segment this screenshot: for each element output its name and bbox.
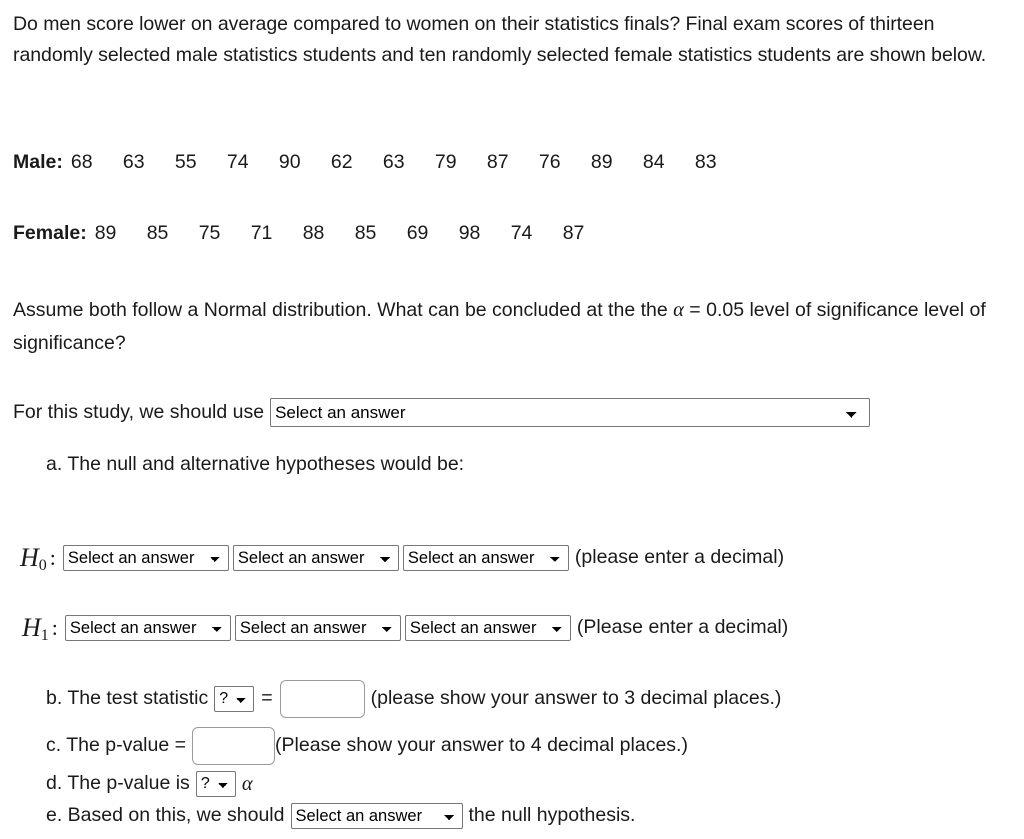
- female-value: 71: [250, 222, 273, 244]
- male-value: 63: [122, 151, 145, 173]
- part-b-test-statistic-row: b. The test statistic ? = (please show y…: [46, 680, 781, 718]
- part-a-label: a. The null and alternative hypotheses w…: [46, 453, 465, 475]
- study-method-row: For this study, we should use Select an …: [13, 398, 871, 427]
- male-value: 62: [330, 151, 353, 173]
- female-data-row: Female: 89 85 75 71 88 85 69 98 74 87: [13, 222, 585, 244]
- test-statistic-input[interactable]: [279, 680, 365, 718]
- alpha-symbol: α: [241, 772, 253, 795]
- male-value: 55: [174, 151, 197, 173]
- female-value: 89: [94, 222, 117, 244]
- male-value: 74: [226, 151, 249, 173]
- test-statistic-type-select[interactable]: ?: [214, 686, 255, 712]
- male-value: 89: [590, 151, 613, 173]
- h0-param-select[interactable]: Select an answer: [62, 545, 229, 571]
- part-d-comparison-row: d. The p-value is ? α: [46, 771, 253, 797]
- female-value: 69: [406, 222, 429, 244]
- male-value: 83: [694, 151, 717, 173]
- part-b-label: b. The test statistic: [46, 687, 209, 710]
- female-value: 85: [354, 222, 377, 244]
- male-value: 90: [278, 151, 301, 173]
- part-c-note: (Please show your answer to 4 decimal pl…: [275, 734, 688, 757]
- male-value: 76: [538, 151, 561, 173]
- male-values: 68 63 55 74 90 62 63 79 87 76 89 84 83: [71, 151, 717, 173]
- p-value-input[interactable]: [192, 727, 276, 765]
- male-data-row: Male: 68 63 55 74 90 62 63 79 87 76 89 84 83: [13, 151, 717, 173]
- h0-symbol: H0: [20, 543, 47, 574]
- assume-text-part1: Assume both follow a Normal distribution…: [13, 299, 674, 321]
- male-value: 63: [382, 151, 405, 173]
- female-value: 74: [510, 222, 533, 244]
- study-method-label: For this study, we should use: [13, 400, 265, 423]
- h1-symbol: H1: [22, 613, 49, 644]
- alternative-hypothesis-row: H1: Select an answer Select an answer Se…: [22, 613, 789, 644]
- part-c-pvalue-row: c. The p-value = (Please show your answe…: [46, 727, 688, 765]
- male-value: 79: [434, 151, 457, 173]
- part-c-label: c. The p-value =: [46, 734, 187, 757]
- h0-operator-select[interactable]: Select an answer: [232, 545, 399, 571]
- h0-note: (please enter a decimal): [574, 546, 785, 569]
- part-b-note: (please show your answer to 3 decimal pl…: [370, 687, 782, 710]
- p-value-comparison-select[interactable]: ?: [195, 771, 236, 797]
- h1-param-select[interactable]: Select an answer: [64, 615, 231, 641]
- female-values: 89 85 75 71 88 85 69 98 74 87: [95, 222, 585, 244]
- male-value: 87: [486, 151, 509, 173]
- h0-colon: :: [49, 545, 56, 570]
- female-label: Female:: [13, 222, 87, 244]
- part-a-text: a. The null and alternative hypotheses w…: [46, 453, 465, 475]
- part-e-label-before: e. Based on this, we should: [46, 804, 285, 827]
- female-value: 98: [458, 222, 481, 244]
- h0-value-select[interactable]: Select an answer: [402, 545, 569, 571]
- female-value: 88: [302, 222, 325, 244]
- part-e-label-after: the null hypothesis.: [468, 804, 636, 827]
- part-b-equals: =: [261, 687, 273, 710]
- h1-operator-select[interactable]: Select an answer: [234, 615, 401, 641]
- h1-value-select[interactable]: Select an answer: [404, 615, 571, 641]
- question-page: Do men score lower on average compared t…: [0, 0, 1024, 839]
- study-method-select[interactable]: Select an answer: [270, 398, 871, 427]
- part-e-decision-row: e. Based on this, we should Select an an…: [46, 803, 635, 829]
- male-label: Male:: [13, 151, 63, 173]
- male-value: 84: [642, 151, 665, 173]
- assume-paragraph: Assume both follow a Normal distribution…: [13, 294, 993, 360]
- null-hypothesis-row: H0: Select an answer Select an answer Se…: [20, 543, 785, 574]
- female-value: 75: [198, 222, 221, 244]
- female-value: 87: [562, 222, 585, 244]
- h1-note: (Please enter a decimal): [576, 616, 789, 639]
- male-value: 68: [70, 151, 93, 173]
- part-d-label: d. The p-value is: [46, 772, 190, 795]
- h1-colon: :: [51, 615, 58, 640]
- alpha-symbol: α: [673, 299, 684, 321]
- female-value: 85: [146, 222, 169, 244]
- question-intro-text: Do men score lower on average compared t…: [13, 13, 987, 66]
- decision-select[interactable]: Select an answer: [290, 803, 463, 829]
